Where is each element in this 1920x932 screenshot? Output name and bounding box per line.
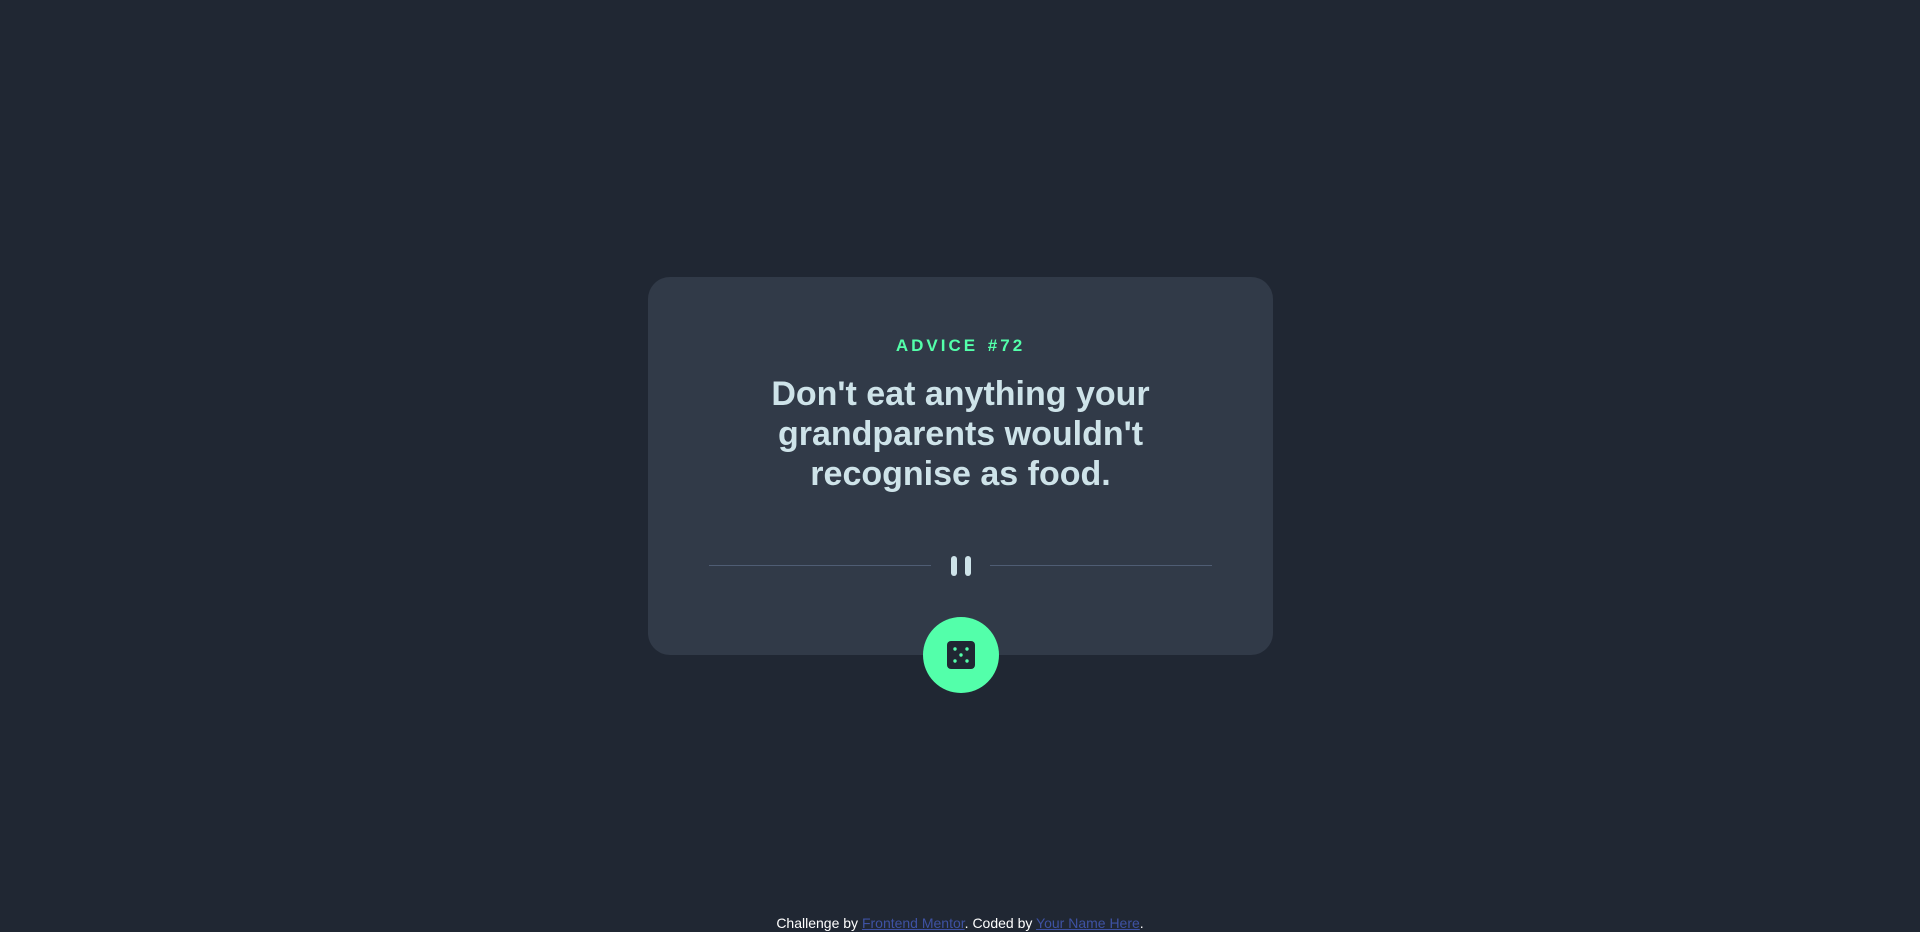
advice-label: ADVICE [895, 336, 979, 355]
new-advice-button[interactable] [922, 617, 999, 693]
pattern-divider [709, 556, 1212, 576]
divider-line-left [709, 565, 931, 566]
pause-icon [949, 556, 973, 576]
page: ADVICE #72 Don't eat anything your grand… [0, 0, 1920, 932]
attribution-suffix: . [1139, 915, 1144, 931]
author-link[interactable]: Your Name Here [1036, 915, 1140, 931]
divider-line-right [990, 565, 1212, 566]
attribution-middle: . Coded by [964, 915, 1033, 931]
dice-icon [946, 641, 975, 669]
advice-number: #72 [987, 336, 1026, 355]
attribution: Challenge by Frontend Mentor. Coded by Y… [0, 915, 1920, 932]
advice-card: ADVICE #72 Don't eat anything your grand… [648, 277, 1273, 693]
advice-quote: Don't eat anything your grandparents wou… [771, 375, 1150, 493]
advice-id: ADVICE #72 [648, 336, 1273, 356]
attribution-prefix: Challenge by [776, 915, 859, 931]
frontend-mentor-link[interactable]: Frontend Mentor [862, 915, 965, 931]
